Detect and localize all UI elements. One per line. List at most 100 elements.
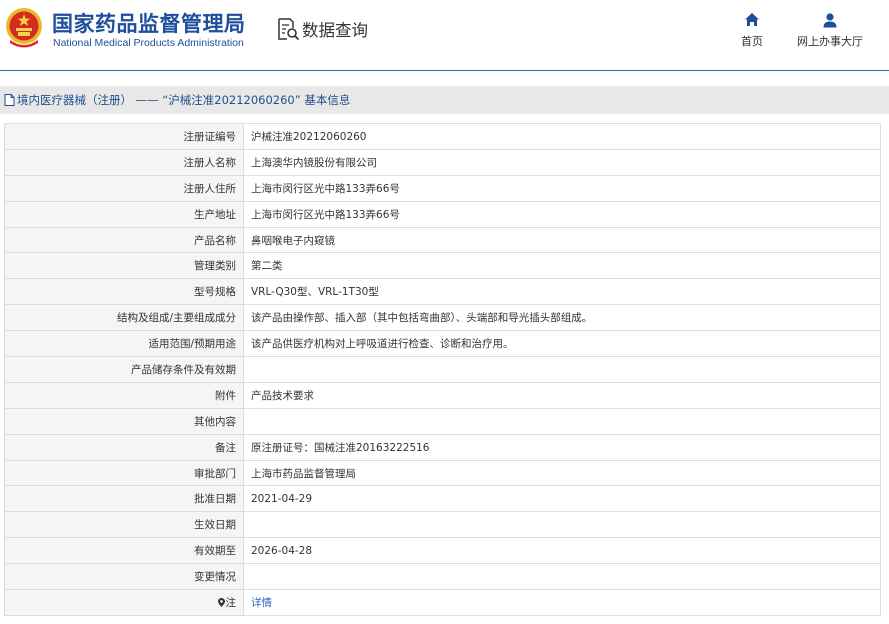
- field-label: 结构及组成/主要组成成分: [4, 304, 244, 332]
- field-label-text: 注册人住所: [183, 182, 237, 195]
- document-icon: [4, 94, 15, 106]
- table-row: 产品名称 鼻咽喉电子内窥镜: [4, 226, 881, 254]
- home-icon: [745, 13, 759, 26]
- field-label-text: 型号规格: [194, 286, 236, 299]
- field-label-text: 备注: [215, 441, 236, 454]
- field-value: 上海市药品监督管理局: [243, 459, 881, 487]
- field-label-text: 批准日期: [194, 493, 236, 506]
- field-label: 批准日期: [4, 485, 244, 513]
- field-label: 管理类别: [4, 252, 244, 280]
- field-label: 适用范围/预期用途: [4, 330, 244, 358]
- field-value: 2021-04-29: [243, 485, 881, 513]
- data-query-link[interactable]: 数据查询: [276, 17, 368, 41]
- field-value: [243, 356, 881, 383]
- breadcrumb-text: 境内医疗器械（注册） —— “沪械注准20212060260” 基本信息: [17, 93, 351, 107]
- table-row: 有效期至 2026-04-28: [4, 537, 881, 565]
- logo-title-cn: 国家药品监督管理局: [52, 12, 246, 36]
- field-label: 注册证编号: [4, 123, 244, 150]
- field-value-text: 产品技术要求: [251, 389, 314, 402]
- field-label-text: 审批部门: [194, 467, 236, 480]
- logo-title-en: National Medical Products Administration: [53, 37, 244, 49]
- nav-online-label: 网上办事大厅: [797, 35, 863, 48]
- field-value-text: 上海澳华内镜股份有限公司: [251, 156, 377, 169]
- field-label: 备注: [4, 433, 244, 461]
- user-icon: [823, 13, 837, 28]
- table-row: 产品储存条件及有效期: [4, 356, 881, 383]
- nav-home-label: 首页: [741, 35, 763, 48]
- pin-icon: [217, 597, 225, 607]
- emblem-icon: [6, 8, 42, 48]
- field-label-text: 有效期至: [194, 545, 236, 558]
- field-label-text: 附件: [215, 389, 236, 402]
- field-value: 沪械注准20212060260: [243, 123, 881, 150]
- field-label: 注: [4, 589, 244, 616]
- field-label: 审批部门: [4, 459, 244, 487]
- field-value-text: 鼻咽喉电子内窥镜: [251, 234, 335, 247]
- header: 国家药品监督管理局 National Medical Products Admi…: [0, 0, 889, 70]
- field-label-text: 生产地址: [194, 208, 236, 221]
- table-row: 注册人名称 上海澳华内镜股份有限公司: [4, 148, 881, 176]
- table-row: 注册证编号 沪械注准20212060260: [4, 123, 881, 150]
- field-value: [243, 407, 881, 435]
- field-label: 注册人住所: [4, 174, 244, 202]
- table-row: 管理类别 第二类: [4, 252, 881, 280]
- field-value: 该产品由操作部、插入部（其中包括弯曲部）、头端部和导光插头部组成。: [243, 304, 881, 332]
- field-value: 2026-04-28: [243, 537, 881, 565]
- field-label-text: 生效日期: [194, 519, 236, 532]
- field-value: [243, 563, 881, 591]
- field-value-text: 原注册证号：国械注准20163222516: [251, 441, 430, 454]
- field-label-text: 其他内容: [194, 415, 236, 428]
- field-value-text: 该产品供医疗机构对上呼吸道进行检查、诊断和治疗用。: [251, 338, 514, 351]
- field-value: 上海市闵行区光中路133弄66号: [243, 200, 881, 228]
- field-label-text: 管理类别: [194, 260, 236, 273]
- table-row: 生产地址 上海市闵行区光中路133弄66号: [4, 200, 881, 228]
- field-label-text: 注: [225, 596, 237, 609]
- field-value: 上海澳华内镜股份有限公司: [243, 148, 881, 176]
- table-row: 批准日期 2021-04-29: [4, 485, 881, 513]
- field-value-text: 2026-04-28: [251, 544, 313, 557]
- field-label: 注册人名称: [4, 148, 244, 176]
- table-row: 审批部门 上海市药品监督管理局: [4, 459, 881, 487]
- table-row: 其他内容: [4, 407, 881, 435]
- field-label: 其他内容: [4, 407, 244, 435]
- field-label: 产品储存条件及有效期: [4, 356, 244, 383]
- field-label-text: 产品储存条件及有效期: [131, 363, 236, 376]
- header-divider: [0, 70, 889, 71]
- field-label-text: 变更情况: [194, 571, 236, 584]
- field-value: 该产品供医疗机构对上呼吸道进行检查、诊断和治疗用。: [243, 330, 881, 358]
- field-label: 变更情况: [4, 563, 244, 591]
- table-row: 附件 产品技术要求: [4, 381, 881, 409]
- field-value: VRL-Q30型、VRL-1T30型: [243, 278, 881, 306]
- field-value-text: 上海市闵行区光中路133弄66号: [251, 208, 400, 221]
- breadcrumb: 境内医疗器械（注册） —— “沪械注准20212060260” 基本信息: [0, 86, 889, 114]
- field-label: 生产地址: [4, 200, 244, 228]
- field-label-text: 结构及组成/主要组成成分: [116, 312, 236, 325]
- table-row: 变更情况: [4, 563, 881, 591]
- field-value: 第二类: [243, 252, 881, 280]
- nav-online-service-hall[interactable]: 网上办事大厅: [797, 12, 863, 49]
- table-row: 适用范围/预期用途 该产品供医疗机构对上呼吸道进行检查、诊断和治疗用。: [4, 330, 881, 358]
- table-row: 生效日期: [4, 511, 881, 539]
- field-label: 产品名称: [4, 226, 244, 254]
- field-value-text: 该产品由操作部、插入部（其中包括弯曲部）、头端部和导光插头部组成。: [251, 312, 593, 325]
- table-row: 注 详情: [4, 589, 881, 616]
- field-value-text: VRL-Q30型、VRL-1T30型: [251, 286, 379, 299]
- details-link[interactable]: 详情: [251, 597, 272, 609]
- field-label-text: 产品名称: [194, 234, 236, 247]
- field-label: 附件: [4, 381, 244, 409]
- field-value-text: 上海市药品监督管理局: [251, 467, 356, 480]
- data-query-label: 数据查询: [302, 21, 368, 40]
- nav-home[interactable]: 首页: [741, 12, 763, 49]
- field-value-text: 上海市闵行区光中路133弄66号: [251, 182, 400, 195]
- field-label: 型号规格: [4, 278, 244, 306]
- table-row: 型号规格 VRL-Q30型、VRL-1T30型: [4, 278, 881, 306]
- table-row: 结构及组成/主要组成成分 该产品由操作部、插入部（其中包括弯曲部）、头端部和导光插…: [4, 304, 881, 332]
- field-value: 上海市闵行区光中路133弄66号: [243, 174, 881, 202]
- field-value: [243, 511, 881, 539]
- field-label: 生效日期: [4, 511, 244, 539]
- field-label-text: 注册证编号: [183, 130, 237, 143]
- field-value: 产品技术要求: [243, 381, 881, 409]
- field-value-text: 第二类: [251, 260, 283, 273]
- field-value: 鼻咽喉电子内窥镜: [243, 226, 881, 254]
- field-label: 有效期至: [4, 537, 244, 565]
